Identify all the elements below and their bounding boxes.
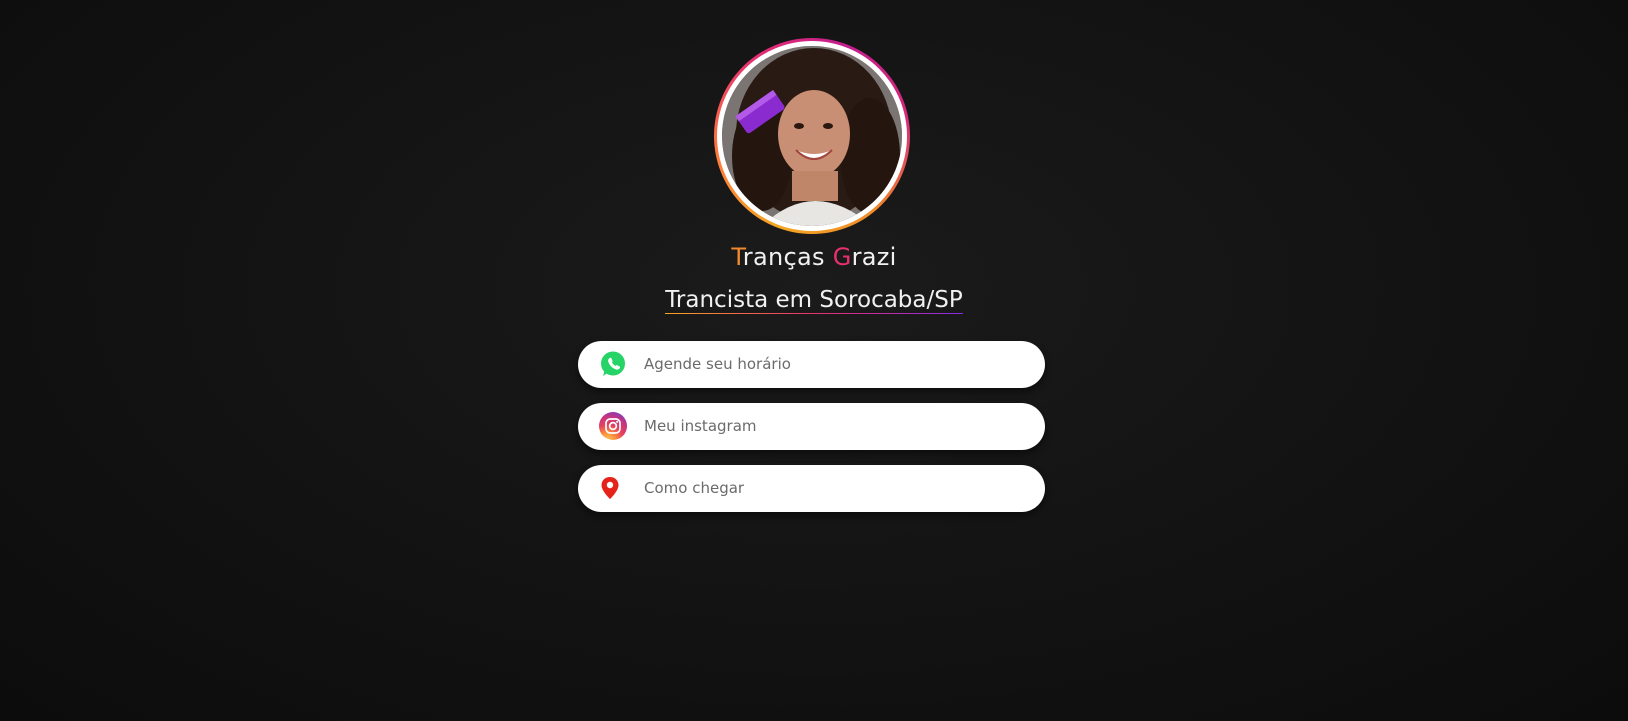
avatar [714, 38, 910, 234]
profile-photo [722, 46, 902, 226]
schedule-button[interactable]: Agende seu horário [578, 341, 1045, 388]
link-list: Agende seu horário Meu instagram Como ch… [578, 341, 1045, 527]
whatsapp-icon [599, 350, 627, 378]
schedule-label: Agende seu horário [644, 355, 791, 373]
name-first-rest: ranças [742, 243, 833, 271]
instagram-label: Meu instagram [644, 417, 757, 435]
name-second-rest: razi [851, 243, 897, 271]
location-pin-icon [599, 474, 627, 502]
instagram-button[interactable]: Meu instagram [578, 403, 1045, 450]
instagram-icon [599, 412, 627, 440]
directions-label: Como chegar [644, 479, 745, 497]
profile-photo-illustration [722, 46, 902, 226]
link-page: Tranças Grazi Trancista em Sorocaba/SP A… [0, 0, 1628, 721]
name-second-initial: G [832, 243, 852, 271]
profile-name: Tranças Grazi [0, 243, 1628, 271]
profile-subtitle: Trancista em Sorocaba/SP [665, 287, 963, 314]
directions-button[interactable]: Como chegar [578, 465, 1045, 512]
name-first-initial: T [731, 243, 743, 271]
